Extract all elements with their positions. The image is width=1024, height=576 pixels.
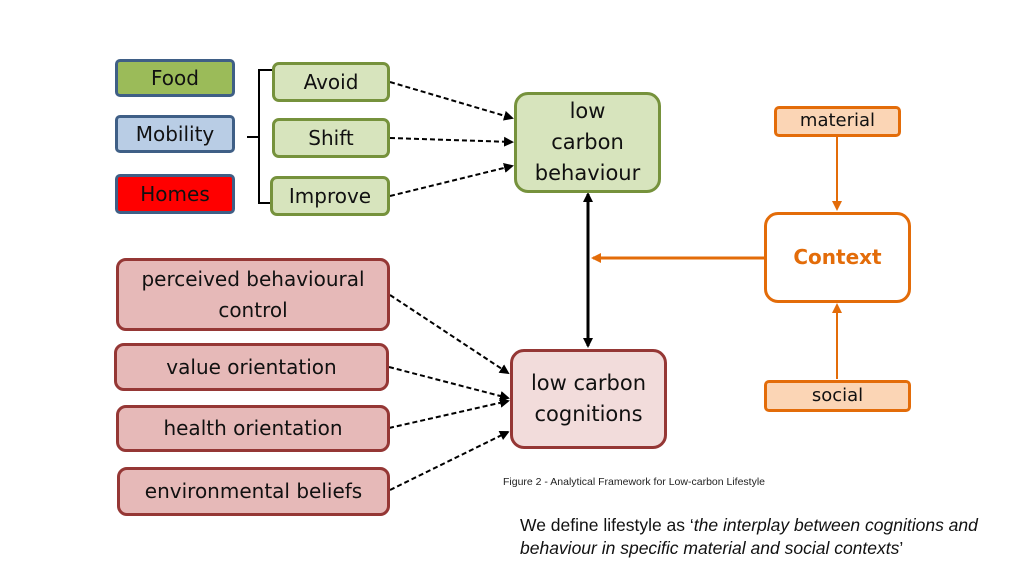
arrow-env-to-cognitions: [389, 431, 510, 491]
category-mobility-label: Mobility: [135, 121, 215, 146]
category-mobility: Mobility: [115, 115, 235, 153]
factor-env-label: environmental beliefs: [144, 479, 363, 503]
strategy-shift: Shift: [272, 118, 390, 158]
factor-health-label: health orientation: [163, 416, 343, 440]
context-social-label: social: [811, 384, 864, 406]
strategy-bracket: [247, 69, 272, 204]
strategy-improve: Improve: [270, 176, 390, 216]
category-food: Food: [115, 59, 235, 97]
context-label: Context: [793, 245, 882, 269]
arrow-avoid-to-behaviour: [389, 81, 514, 121]
context-material: material: [774, 106, 901, 137]
context-node: Context: [764, 212, 911, 303]
strategy-avoid-label: Avoid: [303, 69, 359, 94]
definition-prefix: We define lifestyle as ‘: [520, 515, 694, 535]
low-carbon-cognitions-node: low carbon cognitions: [510, 349, 667, 449]
factor-environmental-beliefs: environmental beliefs: [117, 467, 390, 516]
arrow-value-to-cognitions: [388, 366, 510, 401]
factor-value-label: value orientation: [166, 354, 337, 379]
factor-pbc-label: perceived behavioural control: [141, 266, 365, 322]
context-social: social: [764, 380, 911, 412]
arrow-health-to-cognitions: [388, 397, 510, 429]
arrow-shift-to-behaviour: [389, 136, 514, 147]
low-carbon-behaviour-label: low carbon behaviour: [534, 99, 641, 185]
arrow-pbc-to-cognitions: [389, 294, 510, 375]
low-carbon-behaviour-node: low carbon behaviour: [514, 92, 661, 193]
category-food-label: Food: [151, 65, 199, 90]
definition-suffix: ’: [899, 538, 904, 558]
category-homes: Homes: [115, 174, 235, 214]
factor-health-orientation: health orientation: [116, 405, 390, 452]
lifestyle-definition: We define lifestyle as ‘the interplay be…: [520, 514, 990, 560]
strategy-improve-label: Improve: [288, 183, 372, 208]
strategy-avoid: Avoid: [272, 62, 390, 102]
context-material-label: material: [799, 110, 876, 132]
low-carbon-cognitions-label: low carbon cognitions: [530, 371, 647, 426]
strategy-shift-label: Shift: [308, 125, 354, 150]
figure-caption: Figure 2 - Analytical Framework for Low-…: [503, 476, 766, 488]
category-homes-label: Homes: [140, 181, 210, 206]
arrow-improve-to-behaviour: [389, 163, 514, 197]
factor-perceived-behavioural-control: perceived behavioural control: [116, 258, 390, 331]
factor-value-orientation: value orientation: [114, 343, 389, 391]
